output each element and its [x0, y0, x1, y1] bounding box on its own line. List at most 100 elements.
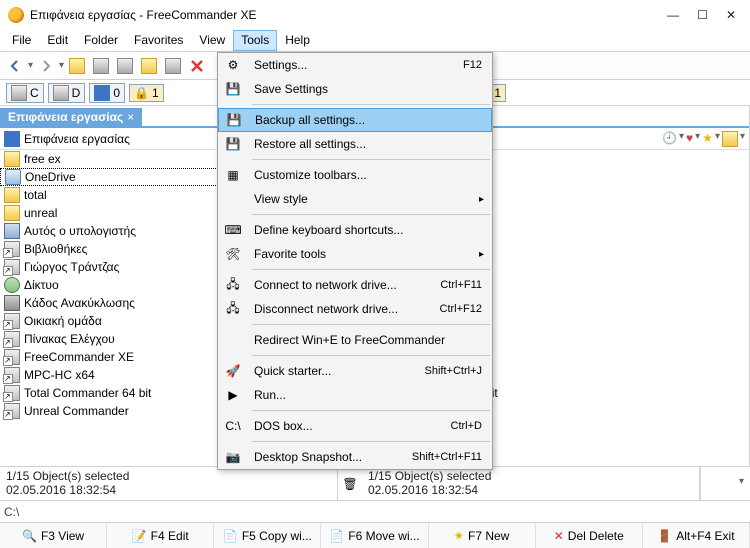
menu-item[interactable]: ⚙Settings...F12 [218, 53, 492, 77]
hdd-icon [53, 85, 69, 101]
file-icon [4, 295, 20, 311]
hdd-icon [11, 85, 27, 101]
folder-doc-button[interactable] [138, 55, 160, 77]
menu-edit[interactable]: Edit [39, 30, 76, 51]
menu-item[interactable]: 🖧Disconnect network drive...Ctrl+F12 [218, 297, 492, 321]
menu-item-label: Redirect Win+E to FreeCommander [254, 333, 488, 347]
menubar: File Edit Folder Favorites View Tools He… [0, 30, 750, 52]
file-icon [4, 223, 20, 239]
file-icon [4, 331, 20, 347]
drive-lock-left[interactable]: 🔒1 [129, 84, 164, 102]
layout-icon: ▦ [222, 167, 244, 183]
del-delete[interactable]: ✕Del Delete [536, 523, 643, 548]
file-icon [4, 403, 20, 419]
copy-button[interactable] [90, 55, 112, 77]
selection-count: 1/15 Object(s) selected [6, 469, 331, 483]
menu-item-shortcut: Ctrl+F11 [440, 279, 482, 291]
menu-item-shortcut: F12 [463, 59, 482, 71]
file-icon [4, 349, 20, 365]
f3-view[interactable]: 🔍F3 View [0, 523, 107, 548]
history-icon[interactable]: 🕘 [662, 131, 677, 147]
right-status: 1/15 Object(s) selected 02.05.2016 18:32… [362, 467, 700, 500]
menu-item[interactable]: ▶Run... [218, 383, 492, 407]
menu-item[interactable]: 🛠 Favorite tools [218, 242, 492, 266]
new-doc-button[interactable] [162, 55, 184, 77]
file-icon [4, 151, 20, 167]
disk-up-icon: 💾 [223, 112, 245, 128]
file-name: unreal [24, 206, 57, 220]
altf4-exit[interactable]: 🚪Alt+F4 Exit [643, 523, 750, 548]
forward-dropdown-icon[interactable]: ▾ [59, 60, 64, 71]
folder-icon[interactable] [722, 131, 738, 147]
back-button[interactable] [4, 55, 26, 77]
drive-d-left[interactable]: D [48, 83, 86, 103]
menu-item[interactable]: 💾 Backup all settings... [218, 108, 492, 132]
file-name: Total Commander 64 bit [24, 386, 151, 400]
menu-item[interactable]: 📷Desktop Snapshot...Shift+Ctrl+F11 [218, 445, 492, 469]
file-name: FreeCommander XE [24, 350, 134, 364]
file-icon [4, 313, 20, 329]
tree-button[interactable] [66, 55, 88, 77]
menu-tools[interactable]: Tools [233, 30, 277, 51]
status-dropdown[interactable]: ▾ [700, 467, 750, 500]
heart-icon[interactable]: ♥ [686, 131, 693, 147]
drive-monitor-left[interactable]: 0 [89, 83, 125, 103]
recycle-bin-icon[interactable]: 🗑 [338, 467, 362, 500]
file-name: total [24, 188, 47, 202]
status-date: 02.05.2016 18:32:54 [368, 483, 693, 497]
maximize-button[interactable]: ☐ [697, 8, 708, 22]
tab-close-icon[interactable]: × [127, 110, 134, 124]
f4-edit[interactable]: 📝F4 Edit [107, 523, 214, 548]
favorite-icon[interactable]: ★ [702, 131, 713, 147]
menu-item[interactable]: ⌨Define keyboard shortcuts... [218, 218, 492, 242]
menu-file[interactable]: File [4, 30, 39, 51]
app-icon [8, 7, 24, 23]
file-name: Πίνακας Ελέγχου [24, 332, 115, 346]
menu-folder[interactable]: Folder [76, 30, 126, 51]
menu-favorites[interactable]: Favorites [126, 30, 191, 51]
menu-item-label: Backup all settings... [255, 113, 487, 127]
forward-button[interactable] [35, 55, 57, 77]
menu-item[interactable]: Redirect Win+E to FreeCommander [218, 328, 492, 352]
menu-item[interactable]: C:\DOS box...Ctrl+D [218, 414, 492, 438]
minimize-button[interactable]: — [667, 8, 679, 22]
file-name: Γιώργος Τράντζας [24, 260, 119, 274]
menu-view[interactable]: View [191, 30, 233, 51]
menu-item[interactable]: ▦Customize toolbars... [218, 163, 492, 187]
monitor-icon [94, 85, 110, 101]
new-icon: ✷ [454, 529, 464, 543]
menu-item-shortcut: Ctrl+D [451, 420, 482, 432]
drive-c-left[interactable]: C [6, 83, 44, 103]
file-name: Unreal Commander [24, 404, 129, 418]
menu-item-label: Save Settings [254, 82, 488, 96]
breadcrumb-text: Επιφάνεια εργασίας [24, 132, 130, 146]
file-name: Οικιακή ομάδα [24, 314, 102, 328]
file-icon [5, 169, 21, 185]
menu-item[interactable]: 🖧Connect to network drive...Ctrl+F11 [218, 273, 492, 297]
back-dropdown-icon[interactable]: ▾ [28, 60, 33, 71]
menu-item-shortcut: Ctrl+F12 [440, 303, 483, 315]
left-tab[interactable]: Επιφάνεια εργασίας × [0, 108, 142, 126]
move-button[interactable] [114, 55, 136, 77]
f7-new[interactable]: ✷F7 New [429, 523, 536, 548]
selection-count: 1/15 Object(s) selected [368, 469, 693, 483]
close-button[interactable]: ✕ [726, 8, 736, 22]
file-icon [4, 205, 20, 221]
menu-item[interactable]: 💾Restore all settings... [218, 132, 492, 156]
menu-help[interactable]: Help [277, 30, 318, 51]
delete-button[interactable] [186, 55, 208, 77]
file-icon [4, 241, 20, 257]
status-date: 02.05.2016 18:32:54 [6, 483, 331, 497]
gear-icon: ⚙ [222, 57, 244, 73]
f5-copy[interactable]: 📄F5 Copy wi... [214, 523, 321, 548]
rocket-icon: 🚀 [222, 363, 244, 379]
file-icon [4, 385, 20, 401]
menu-item-label: Favorite tools [254, 247, 488, 261]
menu-item[interactable]: 🚀Quick starter...Shift+Ctrl+J [218, 359, 492, 383]
command-line[interactable]: C:\ [0, 500, 750, 522]
menu-item[interactable]: 💾Save Settings [218, 77, 492, 101]
menu-item[interactable]: View style [218, 187, 492, 211]
tools-icon: 🛠 [222, 246, 244, 262]
delete-icon: ✕ [554, 529, 564, 543]
f6-move[interactable]: 📄F6 Move wi... [321, 523, 428, 548]
